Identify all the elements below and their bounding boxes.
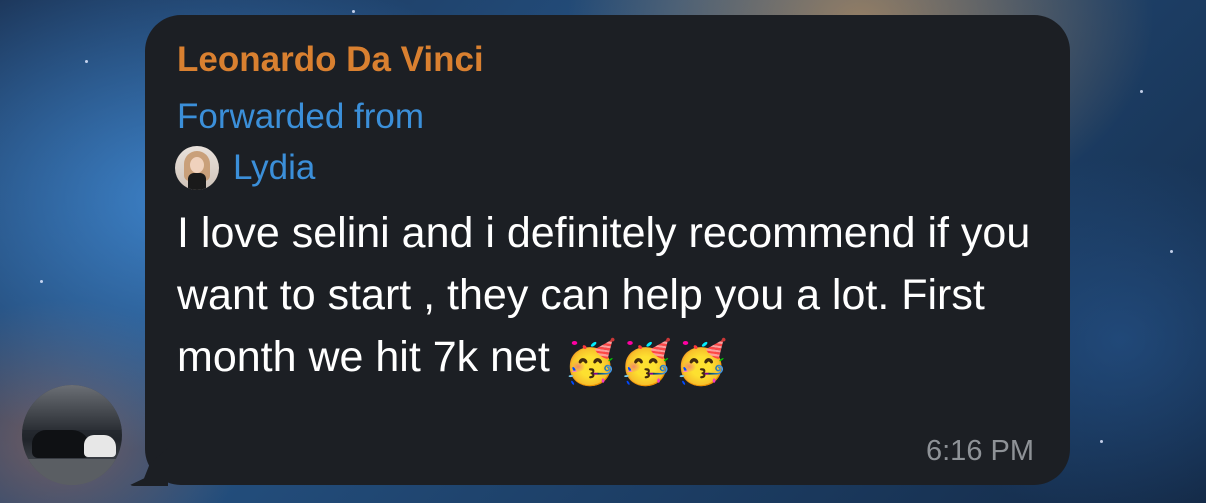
star-decoration <box>1170 250 1173 253</box>
forwarded-label: Forwarded from <box>177 97 425 136</box>
star-decoration <box>1100 440 1103 443</box>
sender-avatar[interactable] <box>22 385 122 485</box>
forwarded-source[interactable]: Lydia <box>175 146 315 190</box>
partying-face-icon: 🥳 <box>619 339 673 387</box>
star-decoration <box>40 280 43 283</box>
message-timestamp: 6:16 PM <box>926 435 1034 467</box>
star-decoration <box>352 10 355 13</box>
partying-face-icon: 🥳 <box>674 339 729 387</box>
sender-name[interactable]: Leonardo Da Vinci <box>177 40 484 80</box>
forwarded-avatar[interactable] <box>175 146 219 190</box>
partying-face-icon: 🥳 <box>563 339 618 387</box>
message-body: I love selini and i definitely recommend… <box>177 202 1047 394</box>
star-decoration <box>85 60 88 63</box>
forwarded-from-name[interactable]: Lydia <box>233 148 315 188</box>
star-decoration <box>1140 90 1143 93</box>
